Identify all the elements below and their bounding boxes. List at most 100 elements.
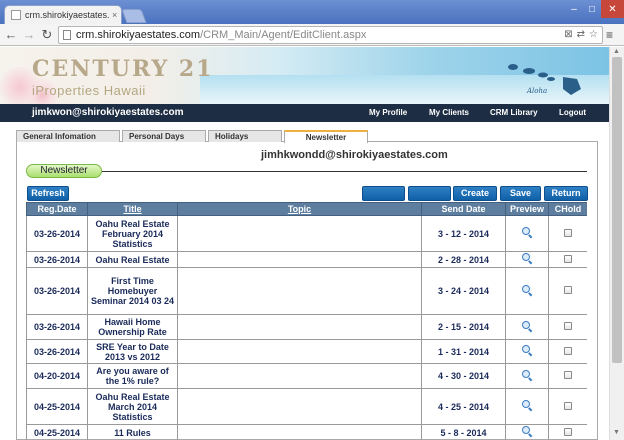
nav-link-logout[interactable]: Logout — [559, 108, 586, 117]
chold-checkbox[interactable] — [564, 427, 572, 436]
refresh-button[interactable]: Refresh — [27, 186, 69, 201]
send-date-cell: 3 - 12 - 2014 — [421, 215, 506, 252]
search-icon[interactable] — [521, 345, 533, 356]
back-arrow-icon[interactable]: ← — [4, 27, 18, 43]
chold-checkbox[interactable] — [564, 371, 572, 379]
search-icon[interactable] — [521, 284, 533, 296]
browser-toolbar: ← → ↻ crm.shirokiyaestates.com /CRM_Main… — [0, 24, 624, 46]
chold-checkbox[interactable] — [564, 401, 572, 410]
search-icon[interactable] — [521, 227, 533, 238]
newsletter-panel: jimhkwondd@shirokiyaestates.com Newslett… — [16, 142, 598, 440]
search-icon[interactable] — [521, 369, 533, 381]
title-cell[interactable]: Hawaii Home Ownership Rate — [87, 314, 178, 340]
title-cell[interactable]: Oahu Real Estate February 2014 Statistic… — [87, 215, 178, 252]
nav-link-my-profile[interactable]: My Profile — [369, 108, 407, 117]
nav-link-my-clients[interactable]: My Clients — [429, 108, 469, 117]
scroll-down-arrow-icon[interactable]: ▼ — [613, 429, 620, 436]
chold-cell — [548, 215, 587, 252]
nav-link-crm-library[interactable]: CRM Library — [490, 108, 538, 117]
translate-icon[interactable]: ⇄ — [577, 29, 585, 40]
window-close-button[interactable]: ✕ — [601, 0, 624, 18]
preview-cell — [505, 215, 549, 252]
blank-button-2[interactable] — [408, 186, 451, 201]
title-cell[interactable]: First Time Homebuyer Seminar 2014 03 24 — [87, 267, 178, 315]
save-button[interactable]: Save — [500, 186, 541, 201]
col-header-title[interactable]: Title — [87, 202, 178, 216]
topic-cell — [177, 363, 422, 389]
search-icon[interactable] — [521, 320, 533, 332]
section-label-newsletter: Newsletter — [26, 164, 102, 178]
title-cell[interactable]: Oahu Real Estate — [87, 251, 178, 268]
table-row[interactable]: 04-20-2014 Are you aware of the 1% rule?… — [26, 363, 587, 389]
chold-checkbox[interactable] — [564, 346, 572, 355]
preview-cell — [505, 339, 549, 364]
table-row[interactable]: 03-26-2014 Hawaii Home Ownership Rate 2 … — [26, 314, 587, 340]
title-cell[interactable]: SRE Year to Date 2013 vs 2012 — [87, 339, 178, 364]
topic-cell — [177, 339, 422, 364]
title-cell[interactable]: Oahu Real Estate March 2014 Statistics — [87, 388, 178, 425]
address-bar[interactable]: crm.shirokiyaestates.com /CRM_Main/Agent… — [58, 26, 603, 44]
scroll-up-arrow-icon[interactable]: ▲ — [613, 48, 620, 55]
preview-cell — [505, 363, 549, 389]
search-icon[interactable] — [521, 253, 533, 264]
reg-date-cell: 03-26-2014 — [26, 339, 88, 364]
send-date-cell: 2 - 28 - 2014 — [421, 251, 506, 268]
table-row[interactable]: 04-25-2014 11 Rules 5 - 8 - 2014 — [26, 424, 587, 440]
scroll-thumb[interactable] — [612, 57, 622, 363]
topic-cell — [177, 424, 422, 440]
chold-cell — [548, 424, 587, 440]
title-cell[interactable]: 11 Rules — [87, 424, 178, 440]
search-icon[interactable] — [521, 426, 533, 437]
forward-arrow-icon[interactable]: → — [22, 27, 36, 43]
tab-general-information[interactable]: General Infomation — [16, 130, 120, 142]
topic-cell — [177, 251, 422, 268]
chold-checkbox[interactable] — [564, 286, 572, 294]
return-button[interactable]: Return — [544, 186, 588, 201]
table-row[interactable]: 03-26-2014 SRE Year to Date 2013 vs 2012… — [26, 339, 587, 364]
grid-header-row: Reg.Date Title Topic Send Date Preview C… — [26, 202, 587, 216]
client-email: jimhkwondd@shirokiyaestates.com — [261, 149, 448, 161]
table-row[interactable]: 04-25-2014 Oahu Real Estate March 2014 S… — [26, 388, 587, 425]
table-row[interactable]: 03-26-2014 Oahu Real Estate February 201… — [26, 215, 587, 252]
url-host: crm.shirokiyaestates.com — [76, 29, 201, 41]
tab-personal-days[interactable]: Personal Days — [122, 130, 206, 142]
table-row[interactable]: 03-26-2014 Oahu Real Estate 2 - 28 - 201… — [26, 251, 587, 268]
bookmark-star-icon[interactable]: ☆ — [589, 29, 598, 40]
new-tab-button[interactable] — [121, 9, 147, 23]
search-icon[interactable] — [521, 400, 533, 411]
chold-checkbox[interactable] — [564, 254, 572, 263]
send-date-cell: 5 - 8 - 2014 — [421, 424, 506, 440]
create-button[interactable]: Create — [453, 186, 497, 201]
hamburger-menu-icon[interactable]: ≡ — [606, 28, 613, 42]
tab-holidays[interactable]: Holidays — [208, 130, 282, 142]
tab-close-icon[interactable]: × — [112, 10, 117, 20]
page-icon — [63, 30, 71, 40]
title-cell[interactable]: Are you aware of the 1% rule? — [87, 363, 178, 389]
preview-cell — [505, 424, 549, 440]
col-header-send-date[interactable]: Send Date — [421, 202, 506, 216]
reload-icon[interactable]: ↻ — [40, 27, 54, 43]
window-minimize-button[interactable]: – — [565, 0, 583, 18]
send-date-cell: 1 - 31 - 2014 — [421, 339, 506, 364]
blank-button-1[interactable] — [362, 186, 405, 201]
newsletter-grid: Reg.Date Title Topic Send Date Preview C… — [26, 202, 587, 440]
chold-cell — [548, 314, 587, 340]
chold-cell — [548, 388, 587, 425]
reg-date-cell: 03-26-2014 — [26, 314, 88, 340]
col-header-reg-date[interactable]: Reg.Date — [26, 202, 88, 216]
col-header-topic[interactable]: Topic — [177, 202, 422, 216]
chold-checkbox[interactable] — [564, 228, 572, 237]
browser-tab[interactable]: crm.shirokiyaestates.com × — [4, 5, 122, 24]
page-scrollbar[interactable]: ▲ ▼ — [609, 47, 624, 440]
col-header-chold: CHold — [548, 202, 587, 216]
chold-cell — [548, 363, 587, 389]
table-row[interactable]: 03-26-2014 First Time Homebuyer Seminar … — [26, 267, 587, 315]
page-favicon-icon — [11, 10, 21, 20]
chold-checkbox[interactable] — [564, 322, 572, 330]
browser-tab-title: crm.shirokiyaestates.com — [25, 10, 109, 20]
site-logo[interactable]: CENTURY 21 — [32, 56, 214, 82]
blocked-popup-icon[interactable]: ⊠ — [564, 29, 572, 40]
window-maximize-button[interactable]: □ — [583, 0, 601, 18]
send-date-cell: 3 - 24 - 2014 — [421, 267, 506, 315]
preview-cell — [505, 267, 549, 315]
